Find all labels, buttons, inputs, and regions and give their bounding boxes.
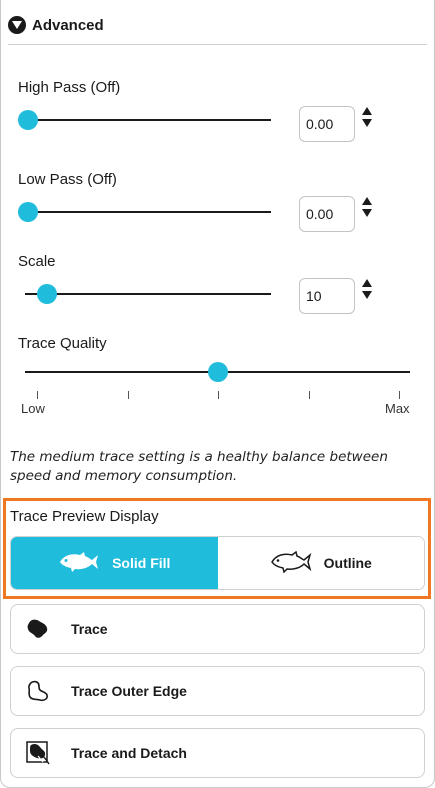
fish-outline-icon xyxy=(270,550,312,576)
scale-slider-track[interactable] xyxy=(25,293,271,295)
high-pass-slider-thumb[interactable] xyxy=(18,110,38,130)
trace-and-detach-label: Trace and Detach xyxy=(71,745,187,761)
trace-blob-icon xyxy=(25,616,51,642)
increment-arrow-icon[interactable] xyxy=(362,107,372,115)
increment-arrow-icon[interactable] xyxy=(362,197,372,205)
solid-fill-option[interactable]: Solid Fill xyxy=(11,537,218,589)
trace-quality-tick xyxy=(308,391,310,399)
trace-detach-icon xyxy=(25,740,51,766)
trace-quality-tick xyxy=(399,391,400,399)
high-pass-slider-track[interactable] xyxy=(25,119,271,121)
low-pass-slider-thumb[interactable] xyxy=(18,202,38,222)
trace-outer-edge-button[interactable]: Trace Outer Edge xyxy=(10,666,425,716)
trace-quality-tick xyxy=(218,391,219,399)
outline-option[interactable]: Outline xyxy=(217,537,424,589)
trace-quality-note: The medium trace setting is a healthy ba… xyxy=(10,449,388,484)
decrement-arrow-icon[interactable] xyxy=(362,209,372,217)
trace-preview-toggle: Solid Fill Outline xyxy=(10,536,425,590)
trace-quality-max-label: Max xyxy=(385,401,410,416)
section-title: Advanced xyxy=(32,16,104,34)
increment-arrow-icon[interactable] xyxy=(362,279,372,287)
scale-label: Scale xyxy=(18,253,56,270)
scale-input[interactable]: 10 xyxy=(299,278,355,314)
outline-label: Outline xyxy=(323,555,372,571)
scale-stepper[interactable] xyxy=(361,279,373,299)
trace-quality-tick xyxy=(127,391,129,399)
trace-preview-label: Trace Preview Display xyxy=(10,508,159,525)
trace-outer-edge-label: Trace Outer Edge xyxy=(71,683,187,699)
section-divider xyxy=(8,44,427,45)
decrement-arrow-icon[interactable] xyxy=(362,119,372,127)
trace-outline-icon xyxy=(25,678,51,704)
high-pass-stepper[interactable] xyxy=(361,107,373,127)
fish-solid-icon xyxy=(58,551,100,576)
low-pass-stepper[interactable] xyxy=(361,197,373,217)
high-pass-input[interactable]: 0.00 xyxy=(299,106,355,142)
low-pass-label: Low Pass (Off) xyxy=(18,171,117,188)
low-pass-slider-track[interactable] xyxy=(25,211,271,213)
trace-quality-tick xyxy=(37,391,38,399)
decrement-arrow-icon[interactable] xyxy=(362,291,372,299)
solid-fill-label: Solid Fill xyxy=(112,555,171,571)
trace-quality-label: Trace Quality xyxy=(18,335,107,352)
trace-label: Trace xyxy=(71,621,108,637)
collapse-triangle-icon xyxy=(8,16,26,34)
high-pass-label: High Pass (Off) xyxy=(18,79,121,96)
trace-and-detach-button[interactable]: Trace and Detach xyxy=(10,728,425,778)
low-pass-input[interactable]: 0.00 xyxy=(299,196,355,232)
trace-quality-slider-thumb[interactable] xyxy=(208,362,228,382)
trace-quality-min-label: Low xyxy=(21,401,45,416)
trace-button[interactable]: Trace xyxy=(10,604,425,654)
advanced-section-header[interactable]: Advanced xyxy=(8,16,104,34)
